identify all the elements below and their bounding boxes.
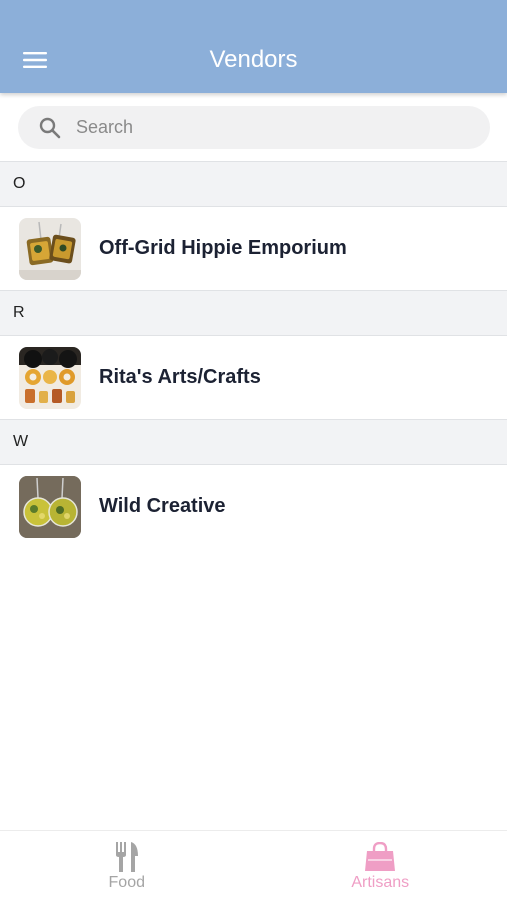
section-header-o: O (0, 161, 507, 207)
vendor-row[interactable]: Wild Creative (0, 465, 507, 548)
tab-label: Artisans (351, 874, 410, 891)
vendor-thumbnail (19, 475, 81, 538)
vendor-name: Wild Creative (99, 495, 226, 517)
search-bar[interactable] (18, 106, 490, 149)
vendor-list: O Off-Grid Hippie Emporium R Rita's Arts… (0, 161, 507, 548)
vendor-thumbnail (19, 217, 81, 280)
tab-label: Food (108, 874, 145, 891)
page-title: Vendors (209, 46, 298, 73)
vendor-thumbnail (19, 346, 81, 409)
section-header-r: R (0, 290, 507, 336)
section-header-w: W (0, 419, 507, 465)
vendor-name: Off-Grid Hippie Emporium (99, 237, 347, 259)
tab-food[interactable]: Food (0, 831, 254, 900)
search-icon (38, 116, 62, 140)
vendor-row[interactable]: Off-Grid Hippie Emporium (0, 207, 507, 290)
app-header: Vendors (0, 0, 507, 93)
vendor-name: Rita's Arts/Crafts (99, 366, 261, 388)
shopping-bag-icon (364, 840, 396, 872)
tab-artisans[interactable]: Artisans (254, 831, 507, 900)
bottom-tab-bar: Food Artisans (0, 830, 507, 900)
fork-knife-icon (114, 840, 140, 872)
vendor-row[interactable]: Rita's Arts/Crafts (0, 336, 507, 419)
search-input[interactable] (76, 117, 436, 138)
